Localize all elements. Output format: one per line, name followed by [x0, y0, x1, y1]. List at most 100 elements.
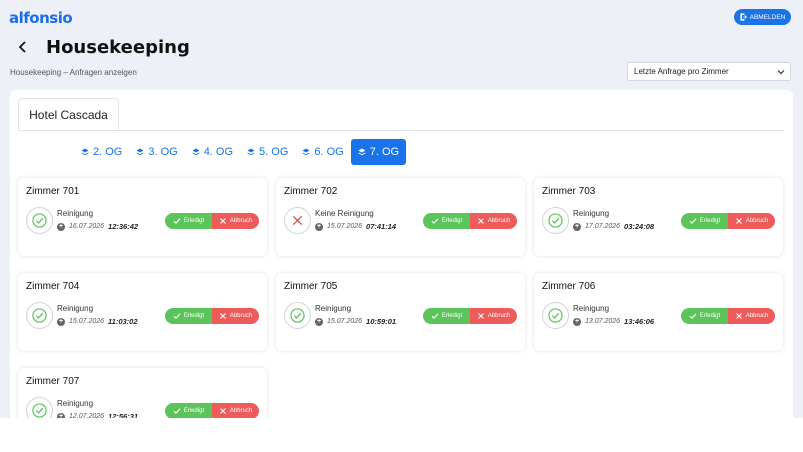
cross-icon	[292, 215, 303, 226]
close-icon	[477, 218, 484, 224]
floor-tab-label: 3. OG	[148, 146, 178, 158]
room-card: Zimmer 705 Reinigung +15.07.2026 10:59:01 Er…	[276, 273, 525, 351]
abort-button[interactable]: Abbruch	[212, 308, 259, 324]
check-circle-icon	[548, 213, 563, 228]
room-name: Zimmer 702	[284, 186, 338, 197]
done-label: Erledigt	[183, 408, 205, 414]
abort-button[interactable]: Abbruch	[470, 213, 517, 229]
tab-floor-2-og[interactable]: 2. OG	[74, 139, 129, 165]
plus-icon: +	[315, 222, 323, 231]
abort-label: Abbruch	[229, 313, 253, 319]
status-indicator	[26, 207, 53, 234]
abort-label: Abbruch	[229, 408, 253, 414]
request-time: 10:59:01	[366, 317, 397, 326]
plus-icon: +	[573, 222, 581, 231]
room-status: Reinigung	[573, 304, 610, 313]
request-date: 16.07.2026	[69, 223, 105, 230]
done-label: Erledigt	[183, 313, 205, 319]
tab-floor-7-og[interactable]: 7. OG	[350, 139, 407, 165]
status-indicator	[542, 207, 569, 234]
plus-icon: +	[315, 317, 323, 326]
room-name: Zimmer 704	[26, 281, 80, 292]
logout-label: ABMELDEN	[749, 13, 786, 21]
tab-floor-4-og[interactable]: 4. OG	[185, 139, 240, 165]
done-button[interactable]: Erledigt	[681, 308, 728, 324]
done-label: Erledigt	[699, 313, 721, 319]
request-timestamp: +15.07.2026 10:59:01	[315, 317, 396, 326]
blank-footer	[0, 418, 803, 452]
action-buttons: Erledigt Abbruch	[423, 213, 517, 229]
request-date: 15.07.2026	[69, 318, 105, 325]
close-icon	[735, 218, 742, 224]
room-name: Zimmer 701	[26, 186, 80, 197]
logout-icon	[740, 13, 747, 21]
floor-tabs: 2. OG 3. OG 4. OG 5. OG 6. OG 7. OG	[74, 139, 407, 165]
done-button[interactable]: Erledigt	[681, 213, 728, 229]
tab-divider	[18, 130, 784, 131]
done-button[interactable]: Erledigt	[165, 213, 212, 229]
abort-button[interactable]: Abbruch	[728, 213, 775, 229]
status-indicator	[542, 302, 569, 329]
room-status: Reinigung	[57, 399, 94, 408]
room-status: Reinigung	[57, 304, 94, 313]
done-label: Erledigt	[183, 218, 205, 224]
action-buttons: Erledigt Abbruch	[165, 403, 259, 418]
request-time: 11:03:02	[108, 317, 138, 326]
room-card: Zimmer 702 Keine Reinigung +15.07.2026 07:4…	[276, 178, 525, 256]
room-status: Reinigung	[57, 209, 94, 218]
abort-button[interactable]: Abbruch	[470, 308, 517, 324]
done-button[interactable]: Erledigt	[423, 213, 470, 229]
request-timestamp: +15.07.2026 07:41:14	[315, 222, 396, 231]
room-status: Keine Reinigung	[315, 209, 374, 218]
abort-label: Abbruch	[745, 218, 769, 224]
close-icon	[219, 408, 226, 414]
breadcrumb: Housekeeping – Anfragen anzeigen	[10, 68, 137, 77]
action-buttons: Erledigt Abbruch	[165, 308, 259, 324]
request-filter-select[interactable]: Letzte Anfrage pro Zimmer	[627, 62, 791, 81]
close-icon	[219, 313, 226, 319]
abort-label: Abbruch	[745, 313, 769, 319]
done-label: Erledigt	[441, 218, 463, 224]
room-name: Zimmer 707	[26, 376, 80, 387]
done-button[interactable]: Erledigt	[165, 403, 212, 418]
room-card: Zimmer 701 Reinigung +16.07.2026 12:36:42 Er…	[18, 178, 267, 256]
request-date: 15.07.2026	[327, 318, 363, 325]
check-icon	[173, 408, 181, 414]
room-card: Zimmer 706 Reinigung +13.07.2026 13:46:06 Er…	[534, 273, 783, 351]
close-icon	[219, 218, 226, 224]
room-status: Reinigung	[573, 209, 610, 218]
abort-label: Abbruch	[487, 313, 511, 319]
abort-button[interactable]: Abbruch	[728, 308, 775, 324]
check-circle-icon	[548, 308, 563, 323]
tab-floor-6-og[interactable]: 6. OG	[295, 139, 350, 165]
check-circle-icon	[32, 403, 47, 418]
app-window: alfonsio ABMELDEN Housekeeping Housekeep…	[0, 0, 803, 418]
close-icon	[735, 313, 742, 319]
back-arrow-icon[interactable]	[17, 41, 29, 53]
room-name: Zimmer 703	[542, 186, 596, 197]
tab-floor-5-og[interactable]: 5. OG	[240, 139, 295, 165]
done-button[interactable]: Erledigt	[165, 308, 212, 324]
done-label: Erledigt	[699, 218, 721, 224]
abort-button[interactable]: Abbruch	[212, 403, 259, 418]
request-date: 15.07.2026	[327, 223, 363, 230]
status-indicator	[284, 302, 311, 329]
tab-hotel-cascada[interactable]: Hotel Cascada	[18, 98, 119, 130]
logout-button[interactable]: ABMELDEN	[734, 9, 791, 25]
abort-button[interactable]: Abbruch	[212, 213, 259, 229]
done-button[interactable]: Erledigt	[423, 308, 470, 324]
room-card: Zimmer 703 Reinigung +17.07.2026 03:24:08 Er…	[534, 178, 783, 256]
floor-tab-label: 7. OG	[369, 146, 400, 158]
tab-floor-3-og[interactable]: 3. OG	[129, 139, 184, 165]
floor-tab-label: 4. OG	[203, 146, 234, 158]
request-date: 13.07.2026	[585, 318, 621, 325]
floor-tab-label: 5. OG	[259, 146, 289, 158]
check-icon	[173, 313, 181, 319]
action-buttons: Erledigt Abbruch	[423, 308, 517, 324]
layers-icon	[247, 148, 255, 156]
chevron-down-icon	[777, 70, 785, 75]
room-name: Zimmer 705	[284, 281, 338, 292]
plus-icon: +	[573, 317, 581, 326]
request-time: 03:24:08	[624, 222, 655, 231]
check-circle-icon	[32, 308, 47, 323]
